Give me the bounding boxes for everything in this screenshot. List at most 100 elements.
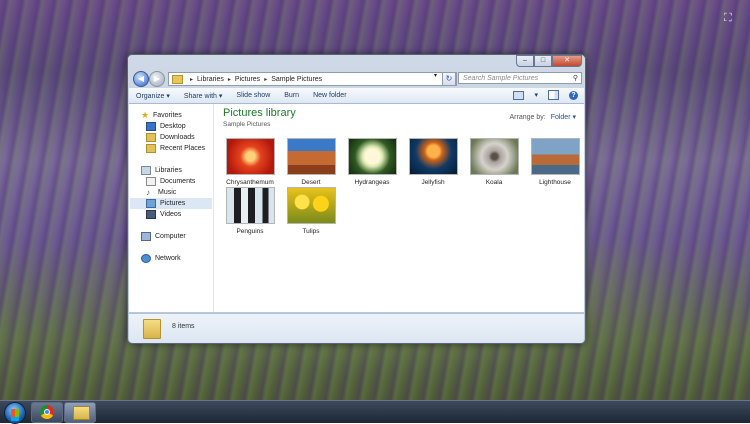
file-name: Jellyfish xyxy=(421,179,445,186)
file-item-tulips[interactable]: Tulips xyxy=(281,187,341,235)
file-item-penguins[interactable]: Penguins xyxy=(220,187,280,235)
recent-places-icon xyxy=(146,144,156,153)
nav-recent-places[interactable]: Recent Places xyxy=(146,143,205,154)
nav-music[interactable]: ♪ Music xyxy=(146,187,176,198)
organize-button[interactable]: Organize ▾ xyxy=(129,92,177,100)
thumbnail-image xyxy=(347,138,397,175)
file-name: Penguins xyxy=(236,228,264,235)
address-bar[interactable]: ▸ Libraries ▸ Pictures ▸ Sample Pictures xyxy=(168,72,457,86)
nav-videos[interactable]: Videos xyxy=(146,209,181,220)
chrome-icon xyxy=(40,405,54,419)
nav-favorites[interactable]: ★ Favorites xyxy=(141,110,182,121)
arrange-by-dropdown[interactable]: Folder ▾ xyxy=(551,114,576,121)
file-name: Desert xyxy=(301,179,321,186)
pictures-icon xyxy=(146,199,156,208)
close-button[interactable]: ✕ xyxy=(552,55,582,67)
search-placeholder: Search Sample Pictures xyxy=(463,75,539,82)
forward-button[interactable]: ▶ xyxy=(149,71,165,87)
nav-computer[interactable]: Computer xyxy=(141,231,186,242)
nav-libraries[interactable]: Libraries xyxy=(141,165,182,176)
taskbar-chrome[interactable] xyxy=(31,402,63,423)
preview-pane-icon[interactable] xyxy=(548,90,559,100)
nav-label: Music xyxy=(158,189,177,196)
maximize-button[interactable]: □ xyxy=(534,55,552,67)
breadcrumb-libraries[interactable]: Libraries xyxy=(197,76,224,83)
nav-label: Network xyxy=(155,255,181,262)
thumbnail-image xyxy=(469,138,519,175)
documents-icon xyxy=(146,177,156,186)
file-name: Hydrangeas xyxy=(354,179,390,186)
nav-pictures[interactable]: Pictures xyxy=(130,198,212,209)
nav-label: Documents xyxy=(160,178,196,185)
share-with-button[interactable]: Share with ▾ xyxy=(177,92,230,100)
change-view-icon[interactable] xyxy=(513,90,525,100)
downloads-icon xyxy=(146,133,156,142)
arrange-by-label: Arrange by: xyxy=(509,114,546,121)
back-button[interactable]: ◀ xyxy=(133,71,149,87)
refresh-button[interactable]: ↻ xyxy=(442,72,456,86)
explorer-window[interactable]: – □ ✕ ◀ ▶ ▸ Libraries ▸ Pictures ▸ Sampl… xyxy=(127,54,586,344)
address-dropdown-icon[interactable]: ▾ xyxy=(434,72,437,79)
desktop-icon xyxy=(146,122,156,131)
network-icon xyxy=(141,254,151,263)
file-item-hydrangeas[interactable]: Hydrangeas xyxy=(342,138,402,186)
navigation-pane: ★ Favorites Desktop Downloads Recent Plac… xyxy=(129,104,214,312)
slide-show-button[interactable]: Slide show xyxy=(229,92,277,99)
nav-label: Favorites xyxy=(153,112,182,119)
chevron-right-icon: ▸ xyxy=(190,76,194,83)
file-list-pane: Pictures library Sample Pictures Arrange… xyxy=(215,104,584,312)
folder-icon xyxy=(172,74,183,84)
folder-icon xyxy=(143,319,161,339)
nav-label: Downloads xyxy=(160,134,195,141)
details-pane: 8 items xyxy=(129,313,584,343)
resize-corner-icon: ⛶ xyxy=(724,12,732,24)
library-title: Pictures library xyxy=(223,107,296,119)
file-item-koala[interactable]: Koala xyxy=(464,138,524,186)
nav-label: Libraries xyxy=(155,167,182,174)
nav-documents[interactable]: Documents xyxy=(146,176,195,187)
chevron-right-icon: ▸ xyxy=(227,76,231,83)
minimize-button[interactable]: – xyxy=(516,55,534,67)
nav-network[interactable]: Network xyxy=(141,253,181,264)
file-item-chrysanthemum[interactable]: Chrysanthemum xyxy=(220,138,280,186)
start-button[interactable] xyxy=(4,402,26,424)
nav-desktop[interactable]: Desktop xyxy=(146,121,186,132)
item-count: 8 items xyxy=(172,323,195,330)
thumbnail-image xyxy=(530,138,580,175)
caption-buttons: – □ ✕ xyxy=(516,55,582,67)
burn-button[interactable]: Burn xyxy=(277,92,306,99)
file-name: Koala xyxy=(485,179,503,186)
nav-downloads[interactable]: Downloads xyxy=(146,132,195,143)
taskbar-explorer[interactable] xyxy=(64,402,96,423)
library-subtitle: Sample Pictures xyxy=(223,121,271,128)
file-name: Chrysanthemum xyxy=(226,179,274,186)
videos-icon xyxy=(146,210,156,219)
search-icon[interactable]: ⚲ xyxy=(573,73,578,85)
nav-label: Computer xyxy=(155,233,186,240)
breadcrumb-pictures[interactable]: Pictures xyxy=(235,76,260,83)
search-input[interactable]: Search Sample Pictures ⚲ xyxy=(458,72,582,84)
breadcrumb-sample-pictures[interactable]: Sample Pictures xyxy=(271,76,322,83)
taskbar xyxy=(0,400,750,424)
file-item-jellyfish[interactable]: Jellyfish xyxy=(403,138,463,186)
file-item-lighthouse[interactable]: Lighthouse xyxy=(525,138,585,186)
help-icon[interactable]: ? xyxy=(569,90,578,100)
view-dropdown-icon[interactable]: ▾ xyxy=(534,91,538,99)
address-row: ◀ ▶ ▸ Libraries ▸ Pictures ▸ Sample Pict… xyxy=(131,70,582,87)
thumbnail-image xyxy=(225,138,275,175)
window-body: ★ Favorites Desktop Downloads Recent Plac… xyxy=(129,104,584,312)
computer-icon xyxy=(141,232,151,241)
command-bar: Organize ▾ Share with ▾ Slide show Burn … xyxy=(129,88,584,104)
music-icon: ♪ xyxy=(146,188,150,197)
thumbnail-image xyxy=(408,138,458,175)
thumbnail-image xyxy=(225,187,275,224)
new-folder-button[interactable]: New folder xyxy=(306,92,353,99)
file-item-desert[interactable]: Desert xyxy=(281,138,341,186)
thumbnail-image xyxy=(286,138,336,175)
nav-label: Recent Places xyxy=(160,145,206,152)
nav-label: Desktop xyxy=(160,123,186,130)
nav-label: Pictures xyxy=(160,200,186,207)
file-name: Tulips xyxy=(302,228,320,235)
explorer-icon xyxy=(73,406,90,420)
file-name: Lighthouse xyxy=(539,179,571,186)
